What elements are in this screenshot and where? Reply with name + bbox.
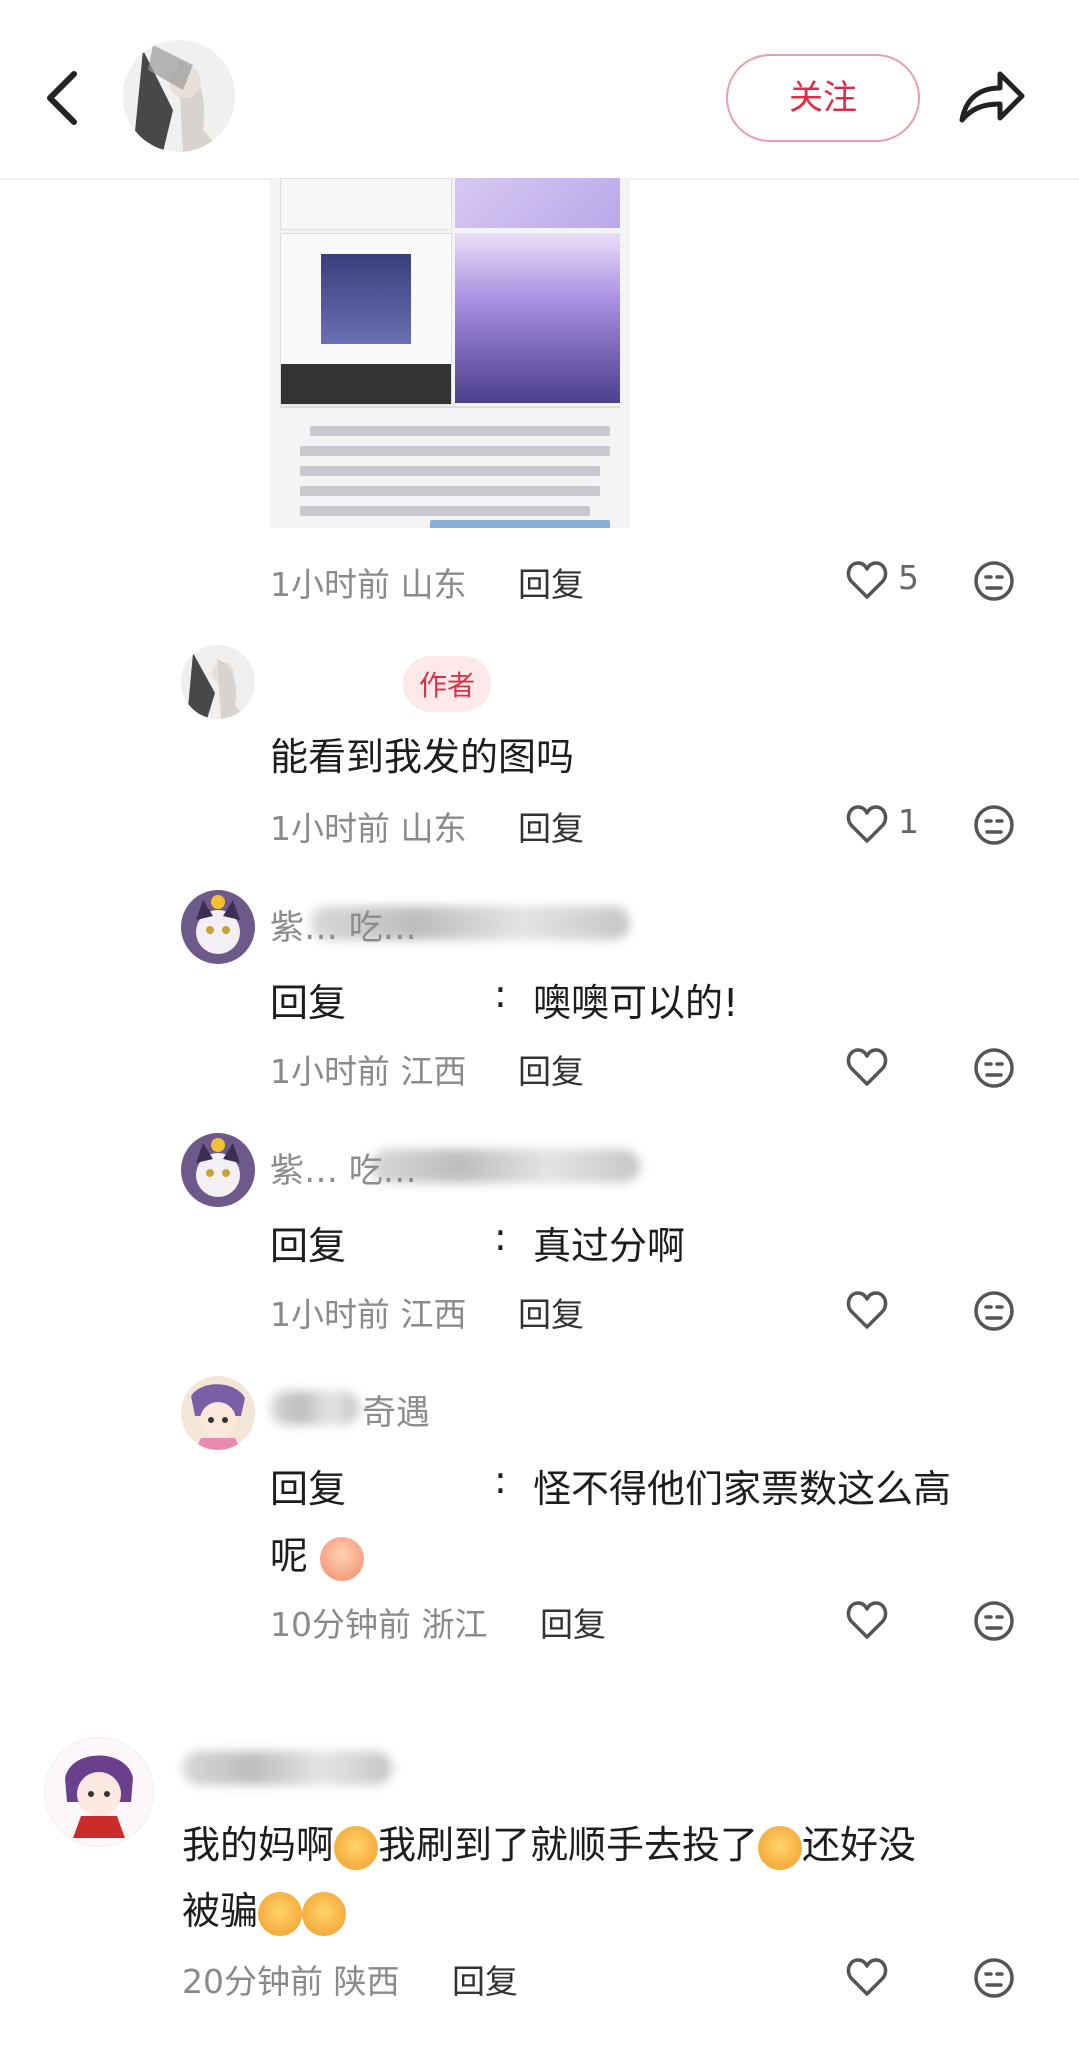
reply-button[interactable]: 回复 [518, 1045, 584, 1093]
shared-image[interactable] [270, 178, 630, 528]
heart-icon[interactable] [846, 1600, 888, 1640]
crying-cat-emoji-icon [334, 1825, 379, 1870]
blurred-username [270, 1391, 360, 1425]
comment-location: 江西 [400, 1295, 467, 1334]
comment-text: 真过分啊 [533, 1224, 686, 1268]
blurred-username[interactable] [182, 1751, 392, 1785]
comment-time: 1小时前 [270, 565, 390, 604]
comment-time: 1小时前 [270, 1295, 390, 1334]
user-avatar[interactable] [44, 1737, 154, 1847]
user-name[interactable]: 紫… 吃… [270, 1151, 417, 1191]
reply-colon: : [494, 1215, 507, 1259]
heart-icon[interactable] [846, 804, 888, 844]
user-avatar[interactable] [181, 1376, 255, 1450]
text-part: 我的妈啊 [182, 1823, 335, 1867]
comment-time: 1小时前 [270, 809, 390, 848]
comment-time: 1小时前 [270, 1052, 390, 1091]
react-face-icon[interactable] [973, 1290, 1015, 1332]
crying-cat-emoji-icon [302, 1891, 347, 1936]
reply-prefix: 回复 [270, 1224, 347, 1268]
react-face-icon[interactable] [973, 560, 1015, 602]
comment-time: 10分钟前 [270, 1605, 411, 1644]
comment-text-cont: 呢 [270, 1534, 309, 1578]
pig-face-emoji-icon [320, 1536, 365, 1581]
heart-icon[interactable] [846, 1290, 888, 1330]
react-face-icon[interactable] [973, 1600, 1015, 1642]
crying-cat-emoji-icon [758, 1825, 803, 1870]
comment-text: 能看到我发的图吗 [270, 735, 575, 779]
heart-icon[interactable] [846, 1957, 888, 1997]
back-chevron-icon[interactable] [42, 68, 82, 128]
text-part: 还好没 [802, 1823, 917, 1867]
comment-text: 噢噢可以的! [533, 981, 739, 1025]
reply-prefix: 回复 [270, 1467, 347, 1511]
comment-location: 江西 [400, 1052, 467, 1091]
reply-button[interactable]: 回复 [518, 558, 584, 606]
reply-button[interactable]: 回复 [452, 1955, 518, 2003]
heart-icon[interactable] [846, 1047, 888, 1087]
comment-text: 我的妈啊 我刷到了就顺手去投了 还好没被骗 [182, 1812, 1002, 1944]
user-name[interactable]: 紫… 吃… [270, 908, 417, 948]
react-face-icon[interactable] [973, 1957, 1015, 1999]
reply-button[interactable]: 回复 [518, 1288, 584, 1336]
user-avatar[interactable] [181, 1133, 255, 1207]
author-avatar[interactable] [123, 40, 235, 152]
react-face-icon[interactable] [973, 804, 1015, 846]
comment-time: 20分钟前 [182, 1962, 323, 2001]
comment-text: 怪不得他们家票数这么高 [533, 1467, 952, 1511]
author-badge: 作者 [403, 656, 492, 712]
user-name[interactable]: 奇遇 [362, 1385, 430, 1434]
share-arrow-icon[interactable] [956, 62, 1026, 132]
text-part: 被骗 [182, 1889, 259, 1933]
text-part: 我刷到了就顺手去投了 [378, 1823, 759, 1867]
comment-location: 陕西 [333, 1962, 400, 2001]
reply-button[interactable]: 回复 [540, 1598, 606, 1646]
comment-location: 山东 [400, 565, 467, 604]
like-count: 1 [898, 802, 919, 841]
reply-colon: : [494, 972, 507, 1016]
reply-button[interactable]: 回复 [518, 802, 584, 850]
react-face-icon[interactable] [973, 1047, 1015, 1089]
user-avatar[interactable] [181, 890, 255, 964]
reply-prefix: 回复 [270, 981, 347, 1025]
comment-location: 山东 [400, 809, 467, 848]
follow-button[interactable]: 关注 [726, 54, 920, 142]
reply-colon: : [494, 1458, 507, 1502]
crying-cat-emoji-icon [258, 1891, 303, 1936]
user-avatar[interactable] [181, 645, 255, 719]
like-count: 5 [898, 558, 919, 597]
comment-location: 浙江 [421, 1605, 488, 1644]
heart-icon[interactable] [846, 560, 888, 600]
